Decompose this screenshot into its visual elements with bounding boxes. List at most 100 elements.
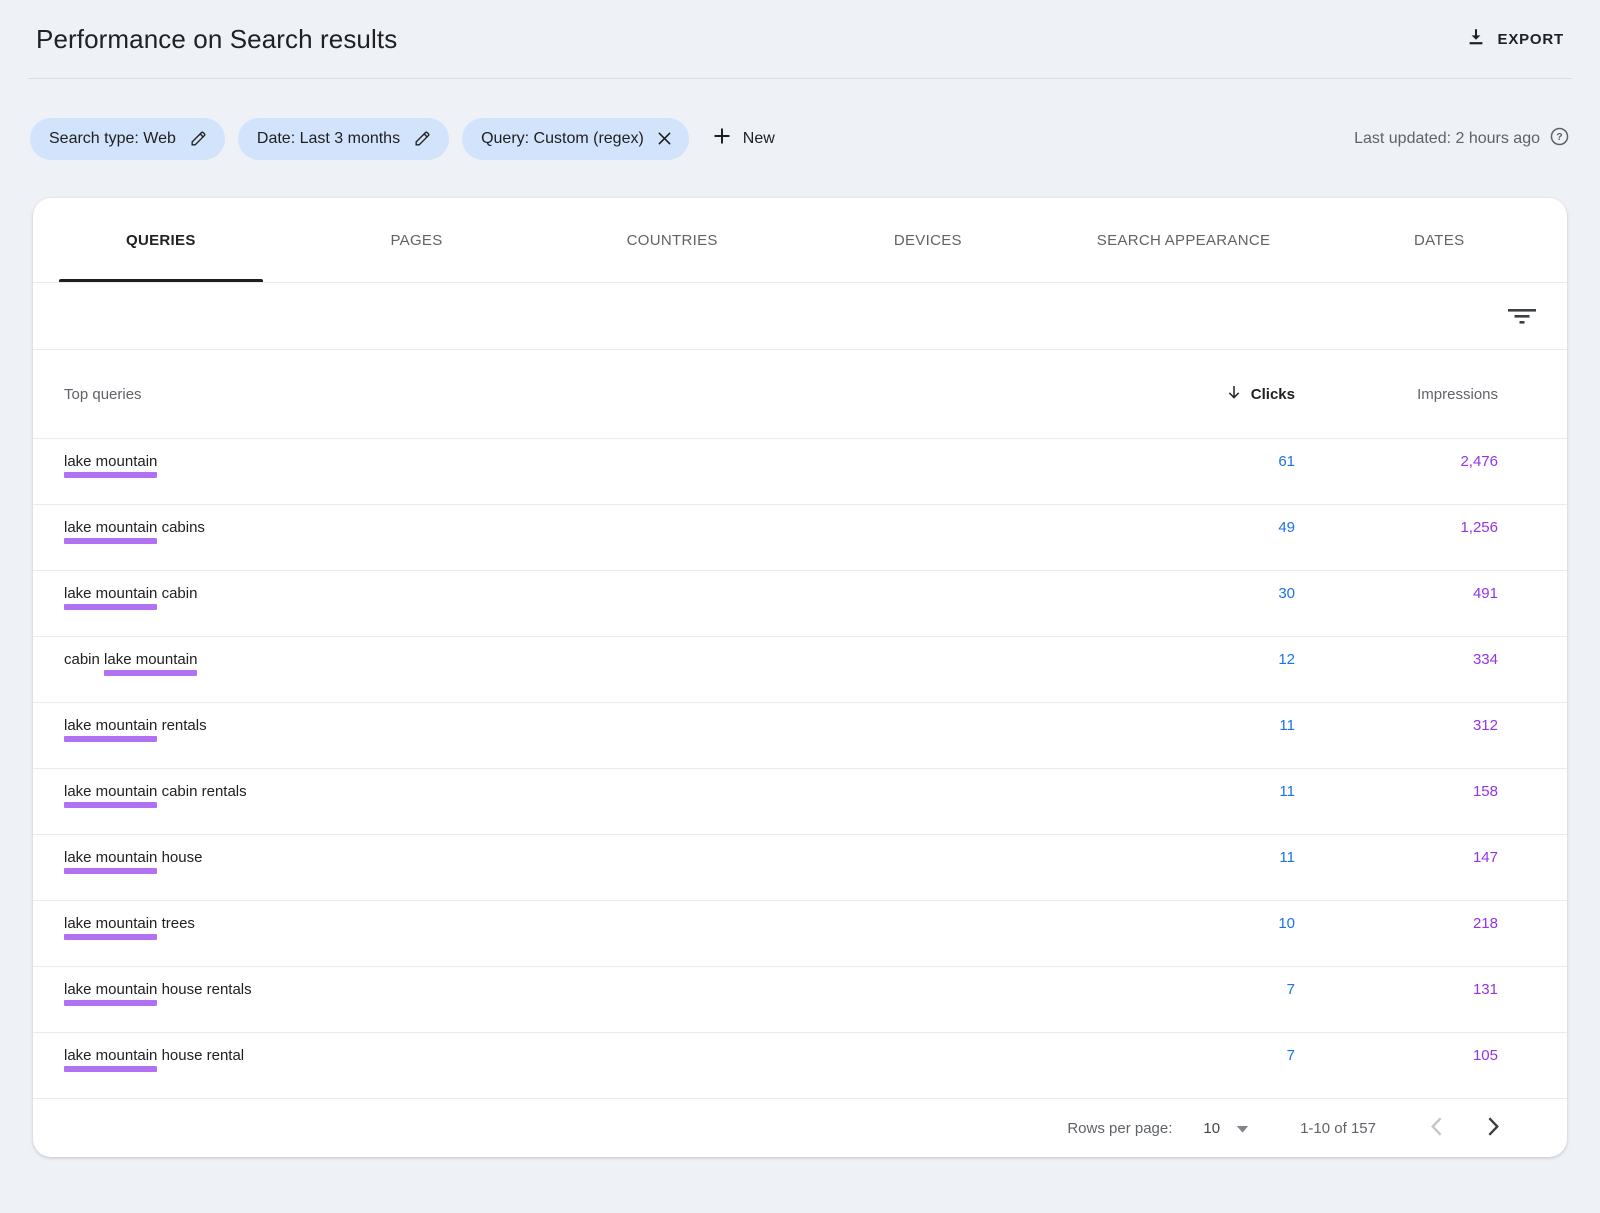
table-body: lake mountain 61 2,476 lake mountain cab… bbox=[33, 439, 1567, 1099]
plus-icon bbox=[712, 126, 732, 151]
tab-search-appearance[interactable]: SEARCH APPEARANCE bbox=[1056, 198, 1312, 282]
query-text: house bbox=[157, 849, 202, 866]
filter-list-icon bbox=[1508, 303, 1536, 330]
dropdown-arrow-icon bbox=[1236, 1121, 1249, 1136]
query-text: cabin bbox=[157, 585, 197, 602]
report-card: QUERIES PAGES COUNTRIES DEVICES SEARCH A… bbox=[33, 198, 1567, 1157]
impressions-value: 131 bbox=[1295, 981, 1498, 999]
filter-chip-label: Search type: Web bbox=[49, 130, 176, 148]
clicks-value: 7 bbox=[1175, 1047, 1295, 1065]
query-cell[interactable]: lake mountain house rental bbox=[64, 1047, 1175, 1065]
tab-countries[interactable]: COUNTRIES bbox=[544, 198, 800, 282]
query-match-highlight: lake mountain bbox=[64, 783, 157, 800]
table-header: Top queries Clicks Impressions bbox=[33, 350, 1567, 439]
rows-per-page-label: Rows per page: bbox=[1067, 1120, 1172, 1137]
impressions-value: 158 bbox=[1295, 783, 1498, 801]
query-cell[interactable]: lake mountain cabin rentals bbox=[64, 783, 1175, 801]
chevron-right-icon bbox=[1487, 1117, 1500, 1139]
clicks-value: 12 bbox=[1175, 651, 1295, 669]
impressions-value: 105 bbox=[1295, 1047, 1498, 1065]
tab-devices[interactable]: DEVICES bbox=[800, 198, 1056, 282]
query-cell[interactable]: lake mountain house rentals bbox=[64, 981, 1175, 999]
clicks-value: 10 bbox=[1175, 915, 1295, 933]
query-match-highlight: lake mountain bbox=[64, 915, 157, 932]
query-cell[interactable]: lake mountain cabin bbox=[64, 585, 1175, 603]
dimension-tabs: QUERIES PAGES COUNTRIES DEVICES SEARCH A… bbox=[33, 198, 1567, 283]
query-text: house rental bbox=[157, 1047, 244, 1064]
table-row: lake mountain house rentals 7 131 bbox=[33, 967, 1567, 1033]
tab-pages[interactable]: PAGES bbox=[289, 198, 545, 282]
column-header-queries[interactable]: Top queries bbox=[64, 386, 1175, 403]
chevron-left-icon bbox=[1430, 1117, 1443, 1139]
query-cell[interactable]: lake mountain cabins bbox=[64, 519, 1175, 537]
column-header-clicks-label: Clicks bbox=[1251, 386, 1295, 403]
query-text: cabin bbox=[64, 651, 104, 668]
clicks-value: 61 bbox=[1175, 453, 1295, 471]
table-row: lake mountain cabins 49 1,256 bbox=[33, 505, 1567, 571]
query-text: cabins bbox=[157, 519, 205, 536]
impressions-value: 1,256 bbox=[1295, 519, 1498, 537]
arrow-down-icon bbox=[1225, 383, 1243, 405]
clicks-value: 11 bbox=[1175, 783, 1295, 801]
query-match-highlight: lake mountain bbox=[64, 519, 157, 536]
tab-dates[interactable]: DATES bbox=[1311, 198, 1567, 282]
table-row: lake mountain rentals 11 312 bbox=[33, 703, 1567, 769]
help-circle-icon[interactable]: ? bbox=[1549, 126, 1570, 152]
new-filter-label: New bbox=[743, 130, 775, 148]
table-row: lake mountain trees 10 218 bbox=[33, 901, 1567, 967]
pencil-icon[interactable] bbox=[189, 129, 208, 148]
query-match-highlight: lake mountain bbox=[64, 453, 157, 470]
impressions-value: 147 bbox=[1295, 849, 1498, 867]
table-row: lake mountain house rental 7 105 bbox=[33, 1033, 1567, 1099]
tab-queries[interactable]: QUERIES bbox=[33, 198, 289, 282]
column-header-clicks[interactable]: Clicks bbox=[1175, 383, 1295, 405]
query-match-highlight: lake mountain bbox=[64, 849, 157, 866]
table-toolbar bbox=[33, 283, 1567, 350]
filter-chip-label: Date: Last 3 months bbox=[257, 130, 400, 148]
impressions-value: 218 bbox=[1295, 915, 1498, 933]
query-match-highlight: lake mountain bbox=[64, 981, 157, 998]
query-cell[interactable]: lake mountain bbox=[64, 453, 1175, 471]
clicks-value: 11 bbox=[1175, 717, 1295, 735]
impressions-value: 2,476 bbox=[1295, 453, 1498, 471]
impressions-value: 491 bbox=[1295, 585, 1498, 603]
export-button[interactable]: EXPORT bbox=[1465, 26, 1564, 52]
query-cell[interactable]: cabin lake mountain bbox=[64, 651, 1175, 669]
table-filter-button[interactable] bbox=[1508, 303, 1536, 330]
query-match-highlight: lake mountain bbox=[64, 717, 157, 734]
clicks-value: 49 bbox=[1175, 519, 1295, 537]
query-text: trees bbox=[157, 915, 195, 932]
svg-text:?: ? bbox=[1556, 131, 1562, 143]
next-page-button[interactable] bbox=[1487, 1117, 1500, 1139]
last-updated-text: Last updated: 2 hours ago bbox=[1354, 130, 1540, 148]
clicks-value: 30 bbox=[1175, 585, 1295, 603]
close-icon[interactable] bbox=[657, 131, 672, 146]
filter-chip-query[interactable]: Query: Custom (regex) bbox=[462, 118, 689, 160]
filter-chip-label: Query: Custom (regex) bbox=[481, 130, 644, 148]
table-row: lake mountain 61 2,476 bbox=[33, 439, 1567, 505]
query-cell[interactable]: lake mountain house bbox=[64, 849, 1175, 867]
filter-chip-date[interactable]: Date: Last 3 months bbox=[238, 118, 449, 160]
query-cell[interactable]: lake mountain trees bbox=[64, 915, 1175, 933]
pencil-icon[interactable] bbox=[413, 129, 432, 148]
page-header: Performance on Search results EXPORT bbox=[28, 0, 1572, 79]
query-match-highlight: lake mountain bbox=[64, 1047, 157, 1064]
table-row: lake mountain house 11 147 bbox=[33, 835, 1567, 901]
new-filter-button[interactable]: New bbox=[712, 126, 775, 151]
page-title: Performance on Search results bbox=[36, 24, 397, 55]
query-text: cabin rentals bbox=[157, 783, 246, 800]
clicks-value: 11 bbox=[1175, 849, 1295, 867]
table-row: lake mountain cabin 30 491 bbox=[33, 571, 1567, 637]
query-match-highlight: lake mountain bbox=[104, 651, 197, 668]
column-header-impressions[interactable]: Impressions bbox=[1295, 386, 1498, 403]
filter-chip-search-type[interactable]: Search type: Web bbox=[30, 118, 225, 160]
filter-bar: Search type: Web Date: Last 3 months Que… bbox=[0, 79, 1600, 198]
table-footer: Rows per page: 10 1-10 of 157 bbox=[33, 1099, 1567, 1157]
query-cell[interactable]: lake mountain rentals bbox=[64, 717, 1175, 735]
rows-per-page-select[interactable] bbox=[1236, 1121, 1249, 1136]
query-text: rentals bbox=[157, 717, 206, 734]
pagination-range: 1-10 of 157 bbox=[1300, 1120, 1376, 1137]
table-row: cabin lake mountain 12 334 bbox=[33, 637, 1567, 703]
previous-page-button[interactable] bbox=[1430, 1117, 1443, 1139]
clicks-value: 7 bbox=[1175, 981, 1295, 999]
